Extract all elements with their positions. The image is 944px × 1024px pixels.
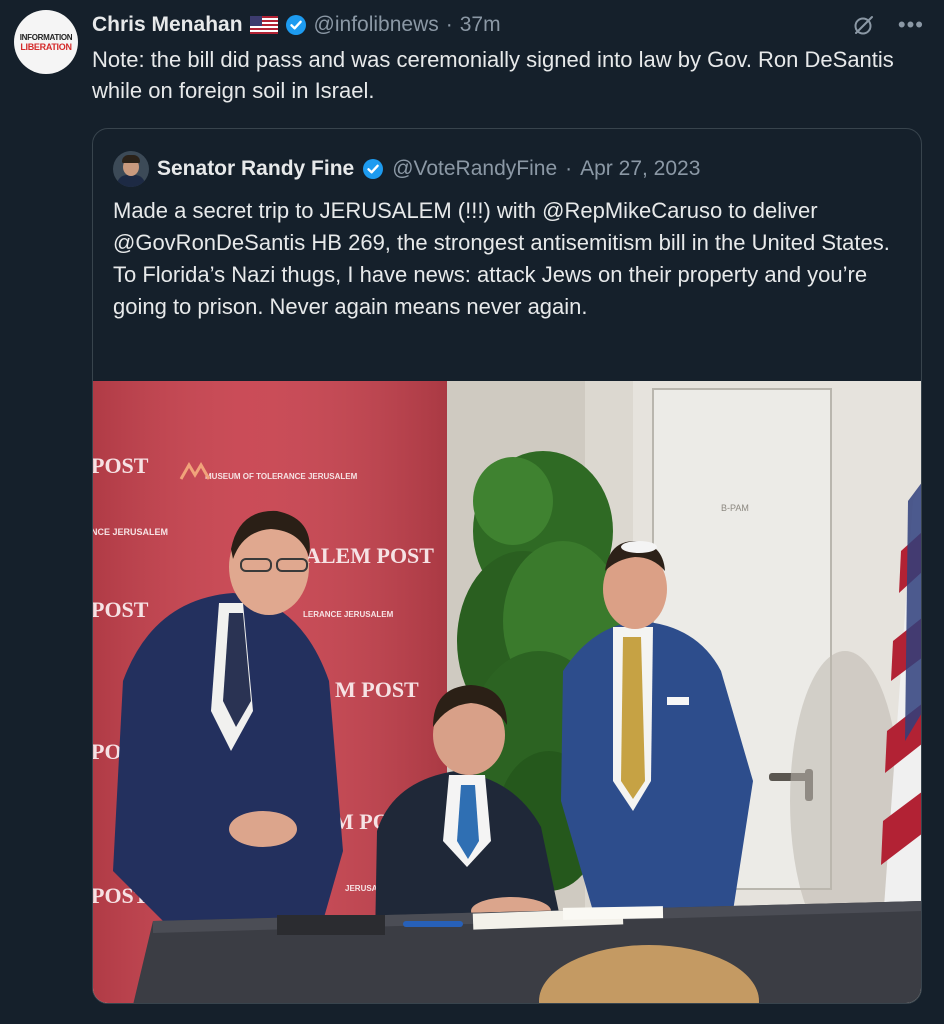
more-options-icon[interactable]: ••• xyxy=(898,14,924,36)
quoted-tweet-date[interactable]: Apr 27, 2023 xyxy=(580,157,700,181)
backdrop-text: ALEM POST xyxy=(305,543,434,568)
quoted-author-handle[interactable]: @VoteRandyFine xyxy=(392,157,557,181)
author-avatar[interactable]: INFORMATION LIBERATION xyxy=(14,10,78,74)
verified-badge-icon xyxy=(362,158,384,180)
backdrop-text: LERANCE JERUSALEM xyxy=(303,610,394,619)
backdrop-text: MUSEUM OF TOLERANCE JERUSALEM xyxy=(205,472,358,481)
quoted-author-name[interactable]: Senator Randy Fine xyxy=(157,157,354,181)
door-sign: B-PAM xyxy=(721,503,749,513)
separator-dot: · xyxy=(565,157,573,180)
tweet-timestamp[interactable]: 37m xyxy=(460,13,501,37)
backdrop-text: POST xyxy=(93,597,149,622)
author-handle[interactable]: @infolibnews xyxy=(314,13,439,37)
verified-badge-icon xyxy=(285,14,307,36)
tweet-text: Note: the bill did pass and was ceremoni… xyxy=(92,47,894,103)
backdrop-text: POST xyxy=(93,453,149,478)
quoted-tweet-text: Made a secret trip to JERUSALEM (!!!) wi… xyxy=(113,198,890,319)
backdrop-text: NCE JERUSALEM xyxy=(93,527,168,537)
avatar-logo-text-top: INFORMATION xyxy=(19,32,73,42)
quoted-tweet[interactable]: Senator Randy Fine @VoteRandyFine · Apr … xyxy=(92,128,922,1004)
tweet-actions-top: ••• xyxy=(852,10,924,40)
quoted-tweet-header: Senator Randy Fine @VoteRandyFine · Apr … xyxy=(113,151,700,187)
us-flag-icon xyxy=(249,16,278,34)
tweet-header: Chris Menahan @infolibnews · 37m xyxy=(92,10,501,40)
avatar-logo-text-bottom: LIBERATION xyxy=(20,41,72,52)
grok-icon[interactable] xyxy=(852,13,876,37)
separator-dot: · xyxy=(445,13,453,36)
tweet-photo[interactable]: B-PAM POST MUSEUM OF TOLERANCE JERUSALEM… xyxy=(93,381,921,1003)
tweet[interactable]: INFORMATION LIBERATION Chris Menahan @in… xyxy=(0,0,944,1024)
author-name[interactable]: Chris Menahan xyxy=(92,13,243,37)
quoted-author-avatar[interactable] xyxy=(113,151,149,187)
backdrop-text: M POST xyxy=(335,677,419,702)
